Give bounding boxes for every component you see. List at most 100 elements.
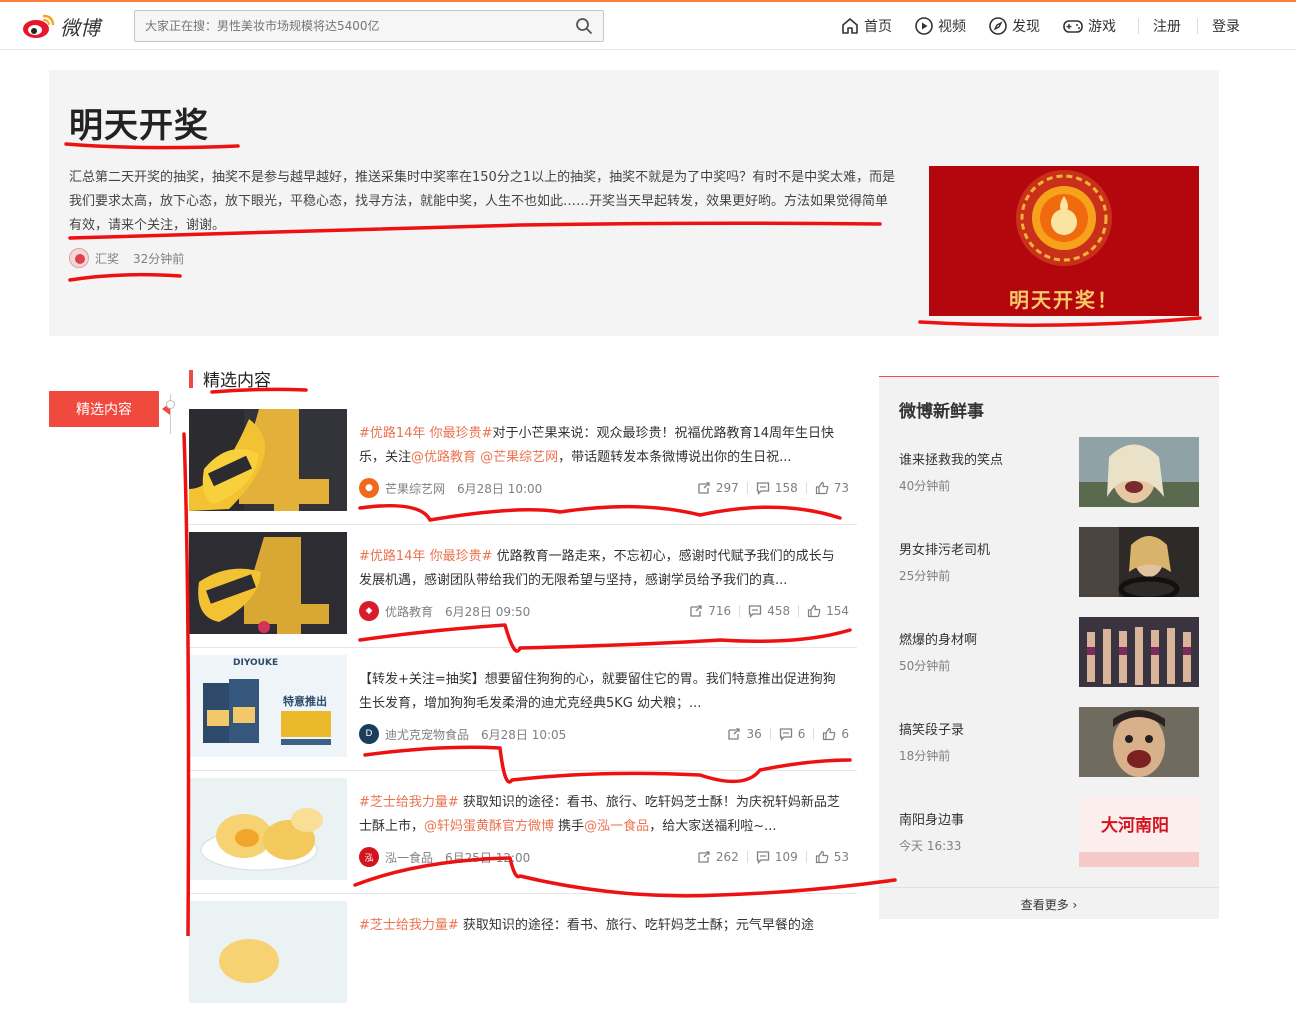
trending-item-image[interactable] — [1079, 707, 1199, 777]
topic-tag[interactable]: #优路14年 你最珍贵# — [359, 426, 492, 441]
comment-button[interactable]: 158 — [756, 481, 798, 495]
stat-divider — [746, 851, 748, 863]
comment-icon — [756, 482, 769, 495]
card-thumbnail[interactable] — [189, 409, 347, 511]
search-icon[interactable] — [575, 17, 593, 35]
timeline-dot — [166, 400, 175, 409]
card-text-part: ，给大家送福利啦~... — [649, 819, 777, 834]
trending-item[interactable]: 谁来拯救我的笑点 40分钟前 — [899, 437, 1199, 509]
mention-link[interactable]: @芒果综艺网 — [476, 450, 558, 465]
login-link[interactable]: 登录 — [1212, 16, 1240, 36]
source-avatar[interactable]: ● — [359, 478, 379, 498]
stat-divider — [798, 605, 800, 617]
source-avatar[interactable]: ◆ — [359, 601, 379, 621]
trending-item-title[interactable]: 燃爆的身材啊 — [899, 629, 977, 648]
mention-link[interactable]: @优路教育 — [411, 450, 476, 465]
trending-item-image[interactable]: 大河南阳 — [1079, 797, 1199, 867]
card-source[interactable]: 泓一食品 — [385, 849, 433, 866]
card-source[interactable]: 芒果综艺网 — [385, 480, 445, 497]
hero-image[interactable]: 明天开奖！ — [929, 166, 1199, 316]
card-text[interactable]: #芝士给我力量# 获取知识的途径：看书、旅行、吃轩妈芝士酥；元气早餐的途 — [359, 914, 847, 962]
cheese-pastry-image — [189, 778, 347, 880]
comment-button[interactable]: 458 — [748, 604, 790, 618]
card-text[interactable]: #优路14年 你最珍贵# 优路教育一路走来，不忘初心，感谢时代赋予我们的成长与发… — [359, 545, 847, 593]
card-body: #优路14年 你最珍贵# 优路教育一路走来，不忘初心，感谢时代赋予我们的成长与发… — [359, 545, 847, 593]
feed-card[interactable]: #芝士给我力量# 获取知识的途径：看书、旅行、吃轩妈芝士酥！为庆祝轩妈新品芝士酥… — [189, 771, 857, 894]
card-stats: 297 158 73 — [689, 481, 849, 495]
trending-item-image[interactable] — [1079, 527, 1199, 597]
card-thumbnail[interactable] — [189, 901, 347, 1003]
card-source[interactable]: 迪尤克宠物食品 — [385, 726, 469, 743]
nav-video[interactable]: 视频 — [914, 16, 966, 36]
card-text-part: 携手 — [554, 819, 585, 834]
card-text[interactable]: #优路14年 你最珍贵#对于小芒果来说：观众最珍贵！祝福优路教育14周年生日快乐… — [359, 422, 847, 470]
source-avatar[interactable]: 泓 — [359, 847, 379, 867]
topic-tag[interactable]: #芝士给我力量# — [359, 918, 459, 933]
repost-count: 716 — [708, 604, 732, 618]
hero-time: 32分钟前 — [133, 251, 185, 266]
trending-item-title[interactable]: 谁来拯救我的笑点 — [899, 449, 1003, 468]
card-text[interactable]: #芝士给我力量# 获取知识的途径：看书、旅行、吃轩妈芝士酥！为庆祝轩妈新品芝士酥… — [359, 791, 847, 839]
trending-item[interactable]: 男女排污老司机 25分钟前 — [899, 527, 1199, 599]
weibo-logo[interactable]: 微博 — [22, 10, 112, 42]
trending-item-image[interactable] — [1079, 437, 1199, 507]
like-count: 53 — [833, 850, 849, 864]
section-title: 精选内容 — [203, 371, 271, 391]
feed-card[interactable]: #芝士给我力量# 获取知识的途径：看书、旅行、吃轩妈芝士酥；元气早餐的途 — [189, 894, 857, 1017]
card-text[interactable]: 【转发+关注=抽奖】想要留住狗狗的心，就要留住它的胃。我们特意推出促进狗狗生长发… — [359, 668, 847, 716]
stat-divider — [805, 851, 807, 863]
trending-item[interactable]: 南阳身边事 今天 16:33 大河南阳 — [899, 797, 1199, 869]
search-box[interactable] — [134, 10, 604, 42]
card-meta: D 迪尤克宠物食品 6月28日 10:05 36 6 6 — [359, 724, 849, 744]
search-input[interactable] — [145, 11, 565, 41]
trending-item-title[interactable]: 男女排污老司机 — [899, 539, 990, 558]
like-button[interactable]: 154 — [807, 604, 849, 618]
like-button[interactable]: 53 — [815, 850, 849, 864]
topic-tag[interactable]: #芝士给我力量# — [359, 795, 459, 810]
see-more-link[interactable]: 查看更多 › — [879, 887, 1219, 920]
section-accent-bar — [189, 369, 193, 388]
card-thumbnail[interactable]: DIYOUKE 特意推出 — [189, 655, 347, 757]
mention-link[interactable]: @轩妈蛋黄酥官方微博 — [424, 819, 554, 834]
feed-card[interactable]: DIYOUKE 特意推出 【转发+关注=抽奖】想要留住狗狗的心，就要留住它的胃。… — [189, 648, 857, 771]
comment-button[interactable]: 109 — [756, 850, 798, 864]
hero-author[interactable]: 汇奖 — [95, 250, 119, 267]
comment-button[interactable]: 6 — [779, 727, 805, 741]
trending-item-image[interactable] — [1079, 617, 1199, 687]
repost-button[interactable]: 716 — [689, 604, 731, 618]
source-avatar[interactable]: D — [359, 724, 379, 744]
mango-14-years-image — [189, 409, 347, 511]
like-button[interactable]: 6 — [822, 727, 849, 741]
card-thumbnail[interactable] — [189, 532, 347, 634]
nav-discover-label: 发现 — [1012, 19, 1040, 35]
nav-home[interactable]: 首页 — [840, 16, 892, 36]
nanyang-logo-text: 大河南阳 — [1101, 816, 1169, 836]
side-tab-featured[interactable]: 精选内容 — [49, 391, 159, 427]
trending-item-title[interactable]: 南阳身边事 — [899, 809, 964, 828]
cheese-pastry-image — [189, 901, 347, 1003]
top-header: 微博 首页 视频 发现 游戏 注册 登录 — [0, 2, 1296, 50]
trending-item[interactable]: 搞笑段子录 18分钟前 — [899, 707, 1199, 779]
feed-card[interactable]: #优路14年 你最珍贵# 优路教育一路走来，不忘初心，感谢时代赋予我们的成长与发… — [189, 525, 857, 648]
trending-item[interactable]: 燃爆的身材啊 50分钟前 — [899, 617, 1199, 689]
author-avatar[interactable] — [69, 248, 89, 268]
repost-button[interactable]: 297 — [697, 481, 739, 495]
card-text-part: 获取知识的途径：看书、旅行、吃轩妈芝士酥；元气早餐的途 — [458, 918, 814, 933]
card-source[interactable]: 优路教育 — [385, 603, 433, 620]
register-link[interactable]: 注册 — [1153, 16, 1181, 36]
mention-link[interactable]: @泓一食品 — [584, 819, 649, 834]
gamepad-icon — [1063, 20, 1083, 33]
nav-games[interactable]: 游戏 — [1062, 16, 1116, 36]
card-meta: 泓 泓一食品 6月25日 12:00 262 109 53 — [359, 847, 849, 867]
like-button[interactable]: 73 — [815, 481, 849, 495]
topic-tag[interactable]: #优路14年 你最珍贵# — [359, 549, 492, 564]
comment-count: 458 — [767, 604, 791, 618]
nav-discover[interactable]: 发现 — [988, 16, 1040, 36]
card-thumbnail[interactable] — [189, 778, 347, 880]
repost-button[interactable]: 36 — [727, 727, 762, 741]
repost-button[interactable]: 262 — [697, 850, 739, 864]
trending-item-title[interactable]: 搞笑段子录 — [899, 719, 964, 738]
feed-card[interactable]: #优路14年 你最珍贵#对于小芒果来说：观众最珍贵！祝福优路教育14周年生日快乐… — [189, 402, 857, 525]
trending-item-time: 25分钟前 — [899, 569, 951, 583]
stat-divider — [739, 605, 741, 617]
